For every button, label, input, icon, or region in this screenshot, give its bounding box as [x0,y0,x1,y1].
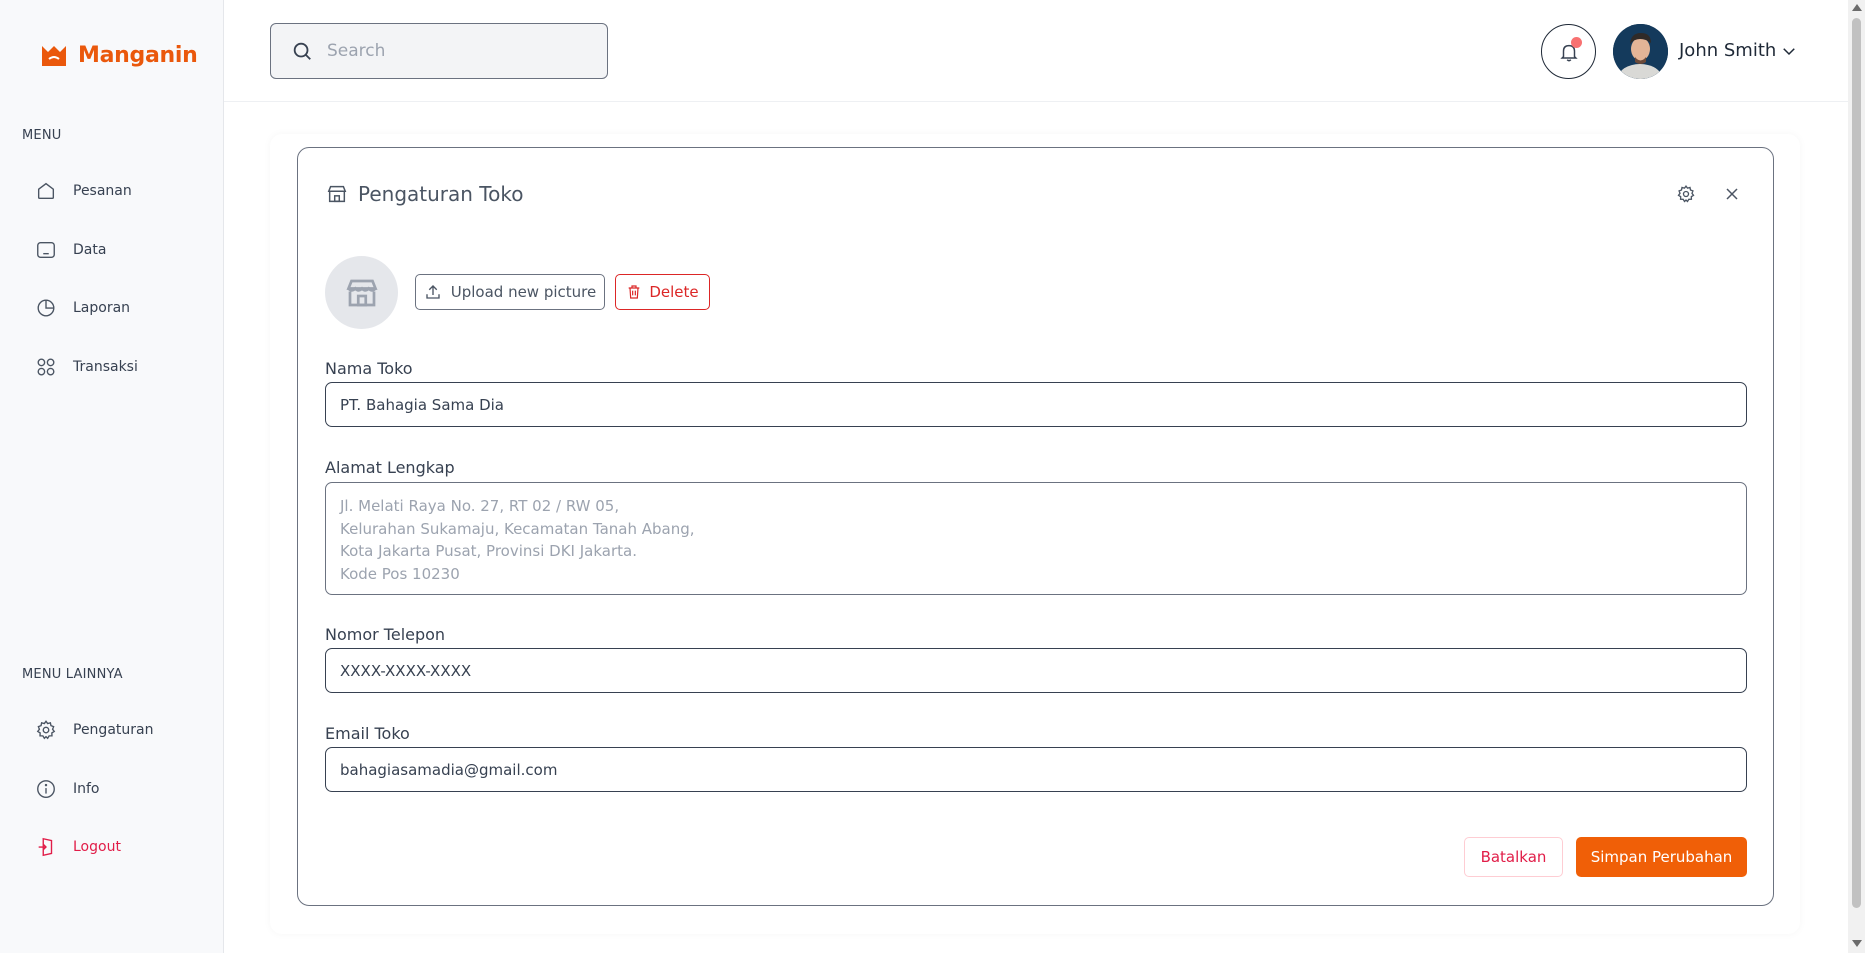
email-label: Email Toko [325,724,410,743]
grid-circles-icon [37,358,55,376]
avatar[interactable] [1613,24,1668,79]
sidebar-item-info[interactable]: Info [35,778,100,800]
sidebar-item-pengaturan[interactable]: Pengaturan [35,719,153,741]
email-input[interactable] [325,747,1747,792]
phone-label: Nomor Telepon [325,625,446,644]
sidebar-item-logout[interactable]: Logout [35,836,121,858]
monitor-icon [37,241,55,259]
sidebar-item-data[interactable]: Data [35,239,106,261]
user-name[interactable]: John Smith [1679,40,1776,61]
scrollbar[interactable] [1848,0,1865,953]
store-settings-panel: Pengaturan Toko Upload new picture Delet… [297,147,1774,906]
gear-icon [36,720,56,740]
close-icon[interactable] [1722,184,1742,204]
store-name-label: Nama Toko [325,359,413,378]
search-icon [293,42,311,60]
scroll-thumb[interactable] [1852,18,1861,908]
search-input[interactable] [327,41,577,61]
sidebar-item-transaksi[interactable]: Transaksi [35,356,138,378]
logo-text: Manganin [78,42,198,68]
trash-icon [629,285,640,299]
topbar: John Smith [224,0,1848,102]
scroll-up-arrow[interactable] [1852,4,1862,11]
sidebar-item-label: Pengaturan [73,722,154,738]
notification-dot [1571,37,1582,48]
sidebar-item-laporan[interactable]: Laporan [35,297,130,319]
store-picture [325,256,398,329]
sidebar-item-pesanan[interactable]: Pesanan [35,180,132,202]
panel-title: Pengaturan Toko [358,182,524,206]
address-textarea[interactable] [325,482,1747,595]
home-icon [37,182,55,200]
gear-icon[interactable] [1676,184,1696,204]
search-box[interactable] [270,23,608,79]
store-icon [327,185,347,203]
scroll-down-arrow[interactable] [1852,940,1862,947]
sidebar-item-label: Pesanan [73,183,132,199]
sidebar-item-label: Data [73,242,107,258]
pie-chart-icon [37,299,55,317]
upload-picture-button[interactable]: Upload new picture [415,274,605,310]
sidebar-item-label: Laporan [73,300,131,316]
panel-header: Pengaturan Toko [326,182,523,206]
address-label: Alamat Lengkap [325,458,455,477]
sidebar-item-label: Info [73,781,100,797]
save-changes-button[interactable]: Simpan Perubahan [1576,837,1747,877]
logo[interactable]: Manganin [40,42,198,68]
other-menu-heading: MENU LAINNYA [22,667,123,682]
upload-label: Upload new picture [450,283,597,301]
delete-label: Delete [649,283,699,301]
chevron-down-icon[interactable] [1780,42,1798,60]
sidebar: Manganin MENU Pesanan Data Laporan Trans… [0,0,224,953]
logo-icon [42,46,66,66]
avatar-image [1613,24,1668,79]
info-icon [37,780,55,798]
sidebar-item-label: Logout [73,839,121,855]
sidebar-item-label: Transaksi [73,359,138,375]
notification-button[interactable] [1541,24,1596,79]
delete-picture-button[interactable]: Delete [615,274,710,310]
cancel-button[interactable]: Batalkan [1464,837,1563,877]
phone-input[interactable] [325,648,1747,693]
store-name-input[interactable] [325,382,1747,427]
logout-icon [38,837,53,857]
upload-icon [426,285,440,299]
menu-heading: MENU [22,128,62,143]
store-icon [346,279,377,306]
